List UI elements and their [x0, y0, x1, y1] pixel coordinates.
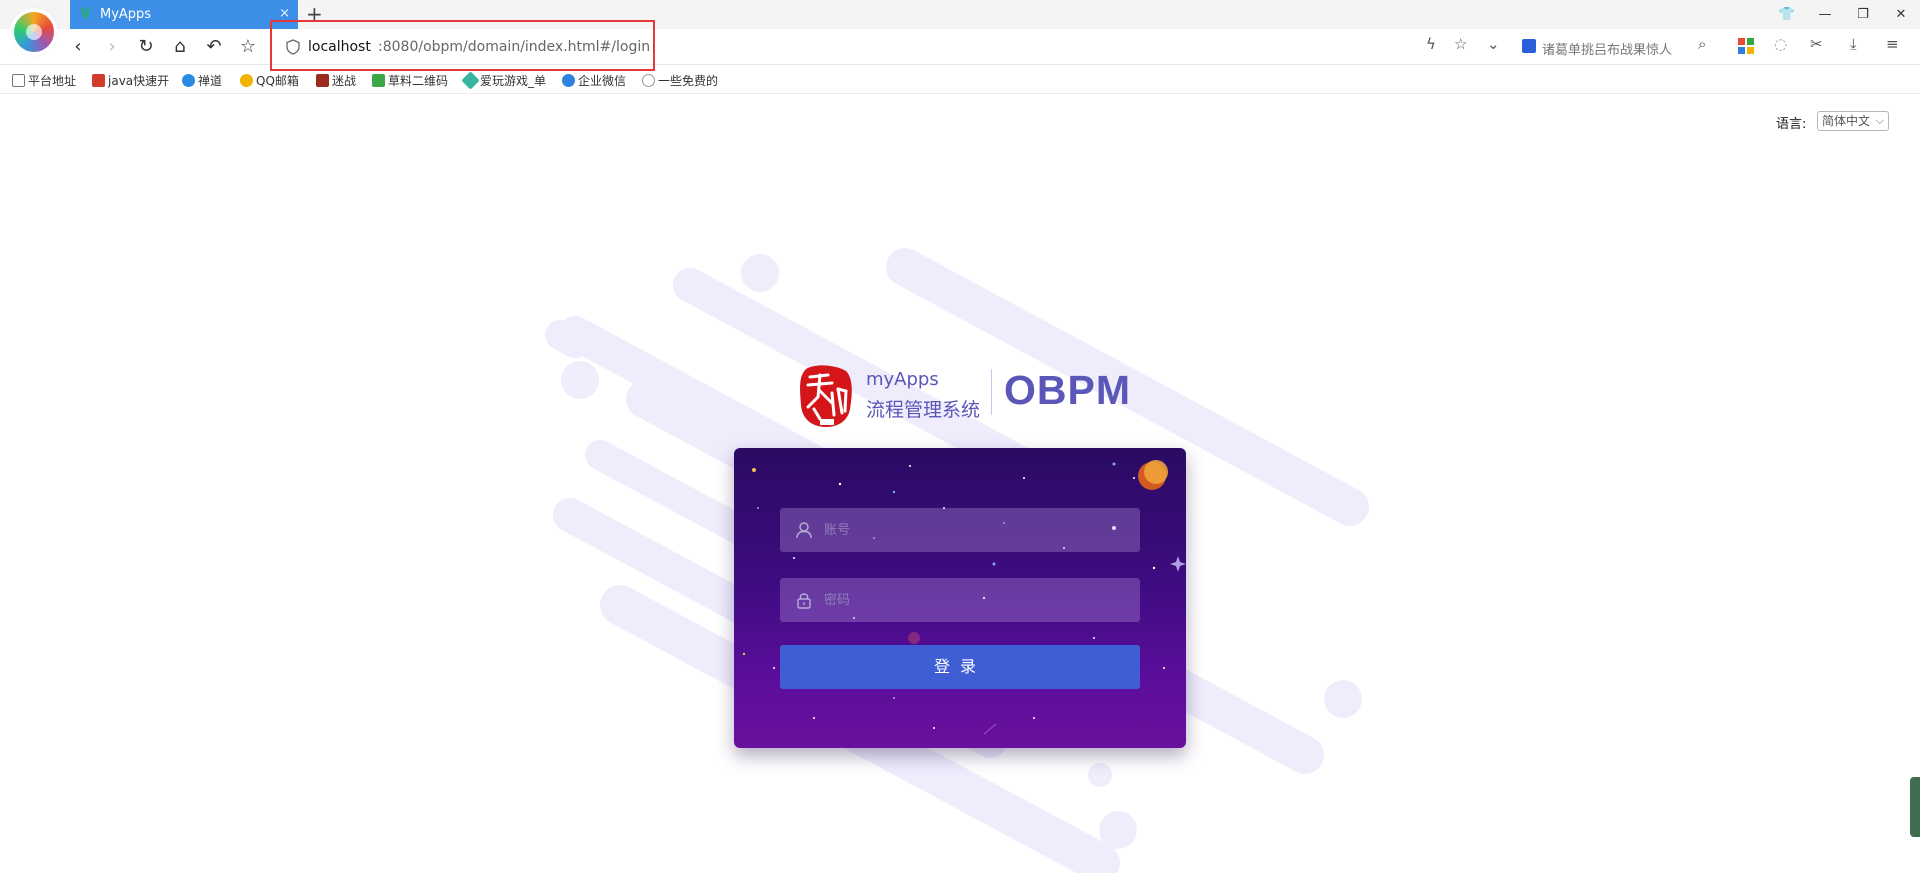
language-value: 简体中文	[1822, 114, 1871, 128]
bookmark-star-icon[interactable]: ☆	[1454, 35, 1467, 53]
lock-icon	[797, 593, 811, 609]
scissors-icon[interactable]: ✂	[1810, 35, 1823, 53]
login-card: 登录	[734, 448, 1186, 748]
bookmark-favicon-icon	[182, 74, 195, 87]
tab-myapps[interactable]: V MyApps ×	[70, 0, 298, 29]
username-input[interactable]	[824, 508, 1124, 552]
close-window-button[interactable]: ✕	[1882, 0, 1920, 29]
bookmark-favicon-icon	[316, 74, 329, 87]
bookmark-item[interactable]: 企业微信	[562, 72, 626, 89]
bookmark-item[interactable]: 草料二维码	[372, 72, 448, 89]
tab-title: MyApps	[100, 7, 152, 22]
folder-icon	[12, 74, 25, 87]
browser-logo-icon[interactable]	[10, 8, 58, 56]
lightning-icon[interactable]: ϟ	[1426, 35, 1436, 53]
restore-button[interactable]: ❐	[1844, 0, 1882, 29]
apps-grid-icon[interactable]	[1738, 38, 1754, 58]
vue-favicon-icon: V	[80, 6, 91, 22]
brand-subtitle: 流程管理系统	[866, 399, 981, 421]
search-suggestion[interactable]: 诸葛单挑吕布战果惊人	[1542, 39, 1672, 58]
bookmark-favicon-icon	[562, 74, 575, 87]
ghost-icon[interactable]: ◌	[1774, 35, 1787, 53]
new-tab-button[interactable]: +	[306, 2, 323, 26]
chevron-down-icon: ⌵	[1875, 114, 1884, 127]
bookmark-favicon-icon	[372, 74, 385, 87]
skin-icon[interactable]: 👕	[1768, 0, 1806, 29]
user-icon	[796, 522, 812, 539]
browser-window: V MyApps × + 👕 — ❐ ✕ ‹ › ↻ ⌂ ↶ ☆ localho…	[0, 0, 1920, 873]
password-field[interactable]	[780, 578, 1140, 622]
password-input[interactable]	[824, 578, 1124, 622]
login-button[interactable]: 登录	[780, 645, 1140, 689]
bookmark-item[interactable]: java快速开	[92, 72, 169, 89]
side-panel-handle[interactable]	[1910, 777, 1920, 837]
bookmark-favicon-icon	[240, 74, 253, 87]
download-icon[interactable]: ⤓	[1850, 35, 1857, 53]
bookmark-favicon-icon	[461, 71, 480, 90]
bookmark-item[interactable]: 禅道	[182, 72, 222, 89]
tab-strip: V MyApps × + 👕 — ❐ ✕	[0, 0, 1920, 29]
username-field[interactable]	[780, 508, 1140, 552]
bookmark-item[interactable]: QQ邮箱	[240, 72, 299, 89]
menu-icon[interactable]: ≡	[1886, 35, 1899, 53]
tab-close-icon[interactable]: ×	[279, 6, 290, 21]
login-page: 语言: 简体中文 ⌵ myApps 流程管理系统 OBPM 账号 登录	[0, 95, 1920, 873]
brand-product: OBPM	[1004, 367, 1131, 413]
bookmark-item[interactable]: 迷战	[316, 72, 356, 89]
language-label: 语言:	[1776, 117, 1807, 132]
nav-bar: ‹ › ↻ ⌂ ↶ ☆ localhost :8080/obpm/domain/…	[0, 29, 1920, 65]
brand-divider	[991, 369, 992, 415]
baidu-icon	[1522, 39, 1536, 53]
bookmark-item[interactable]: 爱玩游戏_单	[461, 71, 546, 90]
window-controls: 👕 — ❐ ✕	[1768, 0, 1920, 29]
search-icon[interactable]: ⌕	[1698, 35, 1706, 53]
bookmark-item[interactable]: 平台地址	[12, 72, 76, 89]
bookmark-item[interactable]: 一些免费的	[642, 72, 718, 89]
tianhu-seal-logo-icon	[800, 365, 852, 427]
toolbar-right: ϟ ☆ ⌄ 诸葛单挑吕布战果惊人 ⌕ ◌ ✂ ⤓ ≡	[0, 29, 1920, 65]
bookmark-favicon-icon	[92, 74, 105, 87]
bookmarks-bar: 平台地址 java快速开 禅道 QQ邮箱 迷战 草料二维码 爱玩游戏_单 企业微…	[0, 66, 1920, 94]
minimize-button[interactable]: —	[1806, 0, 1844, 29]
language-select[interactable]: 简体中文 ⌵	[1817, 111, 1889, 131]
brand-header: myApps 流程管理系统 OBPM	[798, 363, 1131, 433]
dropdown-icon[interactable]: ⌄	[1487, 35, 1500, 53]
brand-app-name: myApps	[866, 369, 939, 390]
person-icon	[642, 74, 655, 87]
